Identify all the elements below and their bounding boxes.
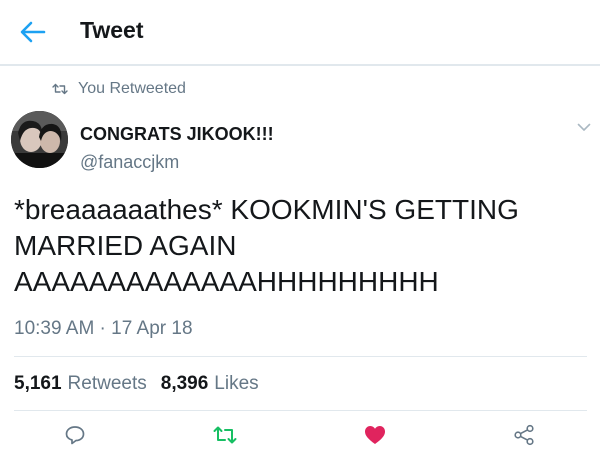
reply-button[interactable]	[60, 420, 90, 450]
divider	[14, 356, 587, 357]
heart-icon	[365, 426, 385, 444]
chevron-down-icon	[577, 123, 591, 131]
tweet-timestamp[interactable]: 10:39 AM · 17 Apr 18	[14, 318, 193, 340]
retweet-icon	[213, 426, 237, 444]
top-bar: Tweet	[0, 0, 600, 66]
reply-icon	[65, 426, 85, 445]
tweet-text-line: AAAAAAAAAAAAAHHHHHHHHH	[14, 266, 439, 297]
retweet-context-label: You Retweeted	[78, 80, 186, 97]
back-button[interactable]	[14, 14, 52, 50]
retweets-label[interactable]: Retweets	[68, 373, 147, 395]
retweet-context: You Retweeted	[52, 78, 186, 100]
like-button[interactable]	[360, 420, 390, 450]
action-bar	[0, 420, 600, 450]
page-title: Tweet	[80, 17, 144, 43]
avatar[interactable]	[11, 111, 68, 168]
engagement-stats: 5,161 Retweets 8,396 Likes	[14, 373, 259, 395]
tweet-text: *breaaaaaathes* KOOKMIN'S GETTING MARRIE…	[14, 192, 589, 300]
tweet-text-line: MARRIED AGAIN	[14, 230, 237, 261]
more-options-button[interactable]	[573, 119, 595, 135]
user-handle[interactable]: @fanaccjkm	[80, 152, 179, 173]
share-icon	[514, 424, 534, 446]
divider	[14, 410, 587, 411]
arrow-left-icon	[20, 21, 46, 43]
retweet-icon	[52, 83, 68, 95]
retweets-count[interactable]: 5,161	[14, 373, 62, 395]
likes-label[interactable]: Likes	[214, 373, 258, 395]
display-name[interactable]: CONGRATS JIKOOK!!!	[80, 124, 274, 145]
likes-count[interactable]: 8,396	[161, 373, 209, 395]
tweet-text-line: *breaaaaaathes* KOOKMIN'S GETTING	[14, 194, 519, 225]
retweet-button[interactable]	[210, 420, 240, 450]
avatar-image	[11, 111, 68, 168]
share-button[interactable]	[509, 420, 539, 450]
